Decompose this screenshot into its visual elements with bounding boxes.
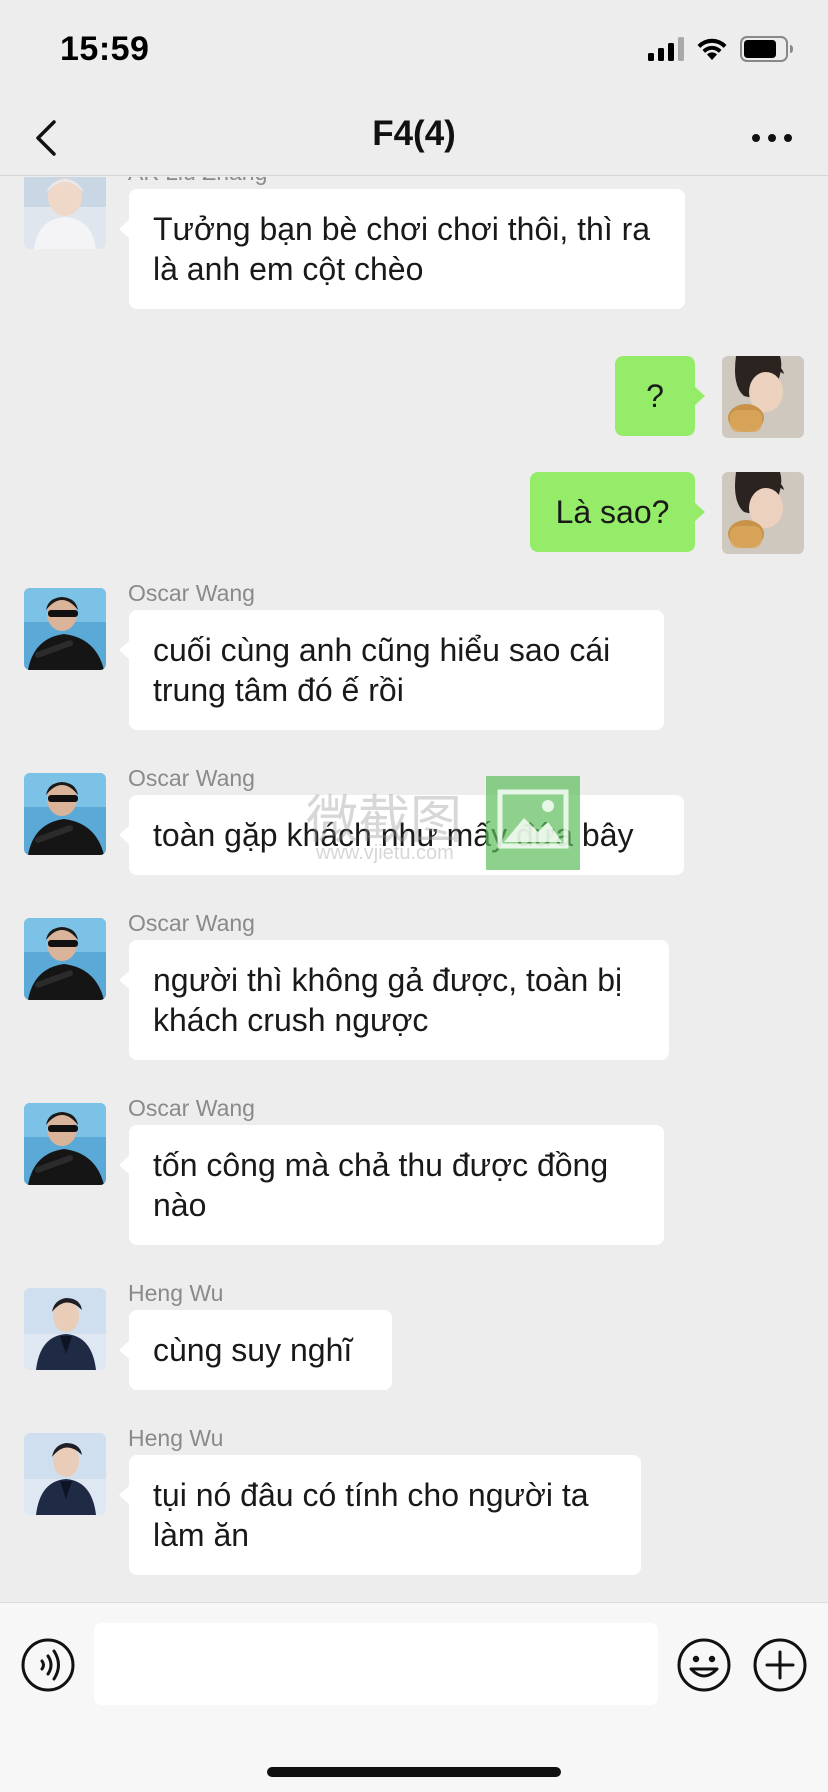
avatar-me[interactable] [722,472,804,554]
message-bubble[interactable]: người thì không gả được, toàn bị khách c… [119,940,669,1060]
emoji-button[interactable] [676,1637,732,1693]
message-bubble[interactable]: toàn gặp khách như mấy đứa bây [119,795,684,875]
message-bubble[interactable]: cùng suy nghĩ [119,1310,392,1390]
message-bubble[interactable]: Tưởng bạn bè chơi chơi thôi, thì ra là a… [119,189,685,309]
sender-name: Oscar Wang [128,1095,255,1121]
signal-icon [648,36,684,66]
status-icons [648,35,794,67]
avatar-heng-wu[interactable] [24,1433,106,1515]
sender-name: Heng Wu [128,1280,224,1306]
more-button[interactable] [750,118,794,158]
sender-name: AK Liu Zhang [128,177,267,186]
chat-area[interactable]: AK Liu Zhang Tưởng bạn bè chơi chơi thôi… [0,177,828,1602]
more-functions-button[interactable] [752,1637,808,1693]
input-bar [0,1602,828,1792]
sender-name: Oscar Wang [128,910,255,936]
chat-title: F4(4) [372,114,456,153]
sender-name: Heng Wu [128,1425,224,1451]
sender-name: Oscar Wang [128,765,255,791]
sender-name: Oscar Wang [128,580,255,606]
avatar-me[interactable] [722,356,804,438]
avatar-oscar-wang[interactable] [24,918,106,1000]
message-input[interactable] [94,1623,658,1705]
voice-button[interactable] [20,1637,76,1693]
plus-icon [753,1638,807,1692]
battery-icon [740,35,794,67]
avatar-ak-liu-zhang[interactable] [24,177,106,249]
message-bubble[interactable]: Là sao? [530,472,705,552]
message-bubble[interactable]: cuối cùng anh cũng hiểu sao cái trung tâ… [119,610,664,730]
home-indicator [267,1767,561,1777]
nav-bar: F4(4) [0,100,828,176]
wifi-icon [696,37,728,66]
message-bubble[interactable]: tốn công mà chả thu được đồng nào [119,1125,664,1245]
status-bar: 15:59 [0,0,828,100]
more-icon [752,134,792,142]
avatar-oscar-wang[interactable] [24,773,106,855]
emoji-icon [677,1638,731,1692]
voice-icon [21,1638,75,1692]
message-bubble[interactable]: ? [615,356,705,436]
avatar-oscar-wang[interactable] [24,588,106,670]
status-time: 15:59 [60,30,150,68]
message-bubble[interactable]: tụi nó đâu có tính cho người ta làm ăn [119,1455,641,1575]
avatar-oscar-wang[interactable] [24,1103,106,1185]
avatar-heng-wu[interactable] [24,1288,106,1370]
